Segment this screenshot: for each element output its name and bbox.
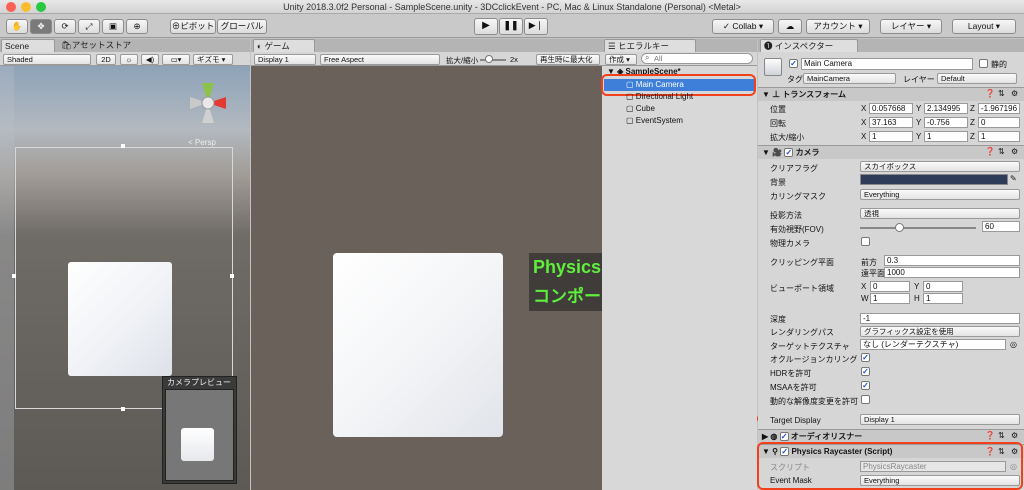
- position-z-field[interactable]: -1.967196: [978, 103, 1020, 114]
- active-checkbox[interactable]: ✓: [789, 59, 798, 68]
- hierarchy-icon: ☰: [608, 41, 618, 51]
- component-gear-icon[interactable]: ⚙: [1011, 147, 1018, 156]
- tab-hierarchy[interactable]: ☰ ヒエラルキー: [604, 39, 696, 52]
- gameobject-icon: ▢: [626, 116, 636, 125]
- physical-camera-label: 物理カメラ: [770, 239, 810, 248]
- target-texture-label: ターゲットテクスチャ: [770, 342, 850, 351]
- dynamic-resolution-label: 動的な解像度変更を許可: [770, 397, 858, 406]
- component-help-icon[interactable]: ❓: [985, 147, 995, 156]
- clear-flags-dropdown[interactable]: スカイボックス: [860, 161, 1020, 172]
- depth-label: 深度: [770, 315, 786, 324]
- rendering-path-dropdown[interactable]: グラフィックス設定を使用: [860, 326, 1020, 337]
- background-color-swatch[interactable]: [860, 174, 1008, 185]
- culling-mask-label: カリングマスク: [770, 192, 826, 201]
- rotation-z-field[interactable]: 0: [978, 117, 1020, 128]
- msaa-label: MSAAを許可: [770, 383, 817, 392]
- hierarchy-tab-label: ヒエラルキー: [617, 41, 669, 51]
- component-gear-icon[interactable]: ⚙: [1011, 89, 1018, 98]
- tag-label: タグ: [787, 75, 803, 84]
- info-icon: ❶: [764, 41, 775, 51]
- component-gear-icon[interactable]: ⚙: [1011, 431, 1018, 440]
- gameobject-icon: ▢: [626, 104, 636, 113]
- viewport-y-field[interactable]: 0: [923, 281, 963, 292]
- hierarchy-item-directional-light[interactable]: ▢ Directional Light: [626, 92, 693, 101]
- scale-row-label: 拡大/縮小: [770, 133, 805, 142]
- target-texture-field[interactable]: なし (レンダーテクスチャ): [860, 339, 1006, 350]
- component-preset-icon[interactable]: ⇅: [998, 89, 1005, 98]
- object-name-input[interactable]: Main Camera: [801, 58, 973, 70]
- depth-field[interactable]: -1: [860, 313, 1020, 324]
- viewport-x-field[interactable]: 0: [870, 281, 910, 292]
- target-display-dropdown[interactable]: Display 1: [860, 414, 1020, 425]
- layer-dropdown[interactable]: Default: [937, 73, 1017, 84]
- search-icon: ⌕: [645, 53, 650, 62]
- camera-enabled-checkbox[interactable]: ✓: [784, 148, 794, 158]
- create-dropdown[interactable]: 作成 ▾: [605, 54, 637, 65]
- audio-listener-checkbox[interactable]: ✓: [779, 432, 789, 442]
- background-label: 背景: [770, 178, 786, 187]
- hdr-checkbox[interactable]: ✓: [861, 367, 870, 376]
- hierarchy-search-input[interactable]: [641, 53, 753, 64]
- physical-camera-checkbox[interactable]: [861, 237, 870, 246]
- fov-label: 有効視野(FOV): [770, 225, 824, 234]
- occlusion-checkbox[interactable]: ✓: [861, 353, 870, 362]
- clear-flags-label: クリアフラグ: [770, 164, 818, 173]
- position-x-field[interactable]: 0.057668: [869, 103, 913, 114]
- inspector-tab-label: インスペクター: [774, 41, 834, 51]
- position-y-field[interactable]: 2.134995: [924, 103, 968, 114]
- fov-slider[interactable]: [860, 227, 976, 229]
- scale-x-field[interactable]: 1: [869, 131, 913, 142]
- eyedropper-icon[interactable]: ✎: [1010, 174, 1017, 183]
- rotation-label: 回転: [770, 119, 786, 128]
- occlusion-label: オクルージョンカリング: [770, 355, 858, 364]
- camera-title: ▼ 🎥 ✓ カメラ: [762, 148, 820, 158]
- rotation-y-field[interactable]: -0.756: [924, 117, 968, 128]
- camera-icon: ▼ 🎥: [762, 148, 785, 157]
- target-display-label: Target Display: [770, 416, 821, 425]
- msaa-checkbox[interactable]: ✓: [861, 381, 870, 390]
- static-checkbox[interactable]: [979, 59, 988, 68]
- far-field[interactable]: 1000: [884, 267, 1020, 278]
- rendering-path-label: レンダリングパス: [770, 328, 834, 337]
- component-help-icon[interactable]: ❓: [985, 431, 995, 440]
- highlight-physics-raycaster: [757, 442, 1023, 490]
- clipping-label: クリッピング平面: [770, 258, 834, 267]
- fov-input[interactable]: 60: [982, 221, 1020, 232]
- projection-label: 投影方法: [770, 211, 802, 220]
- viewport-label: ビューポート領域: [770, 284, 834, 293]
- position-label: 位置: [770, 105, 786, 114]
- transform-axis-icon: ▼ ⊥: [762, 90, 783, 99]
- near-field[interactable]: 0.3: [884, 255, 1020, 266]
- near-label: 前方: [861, 258, 877, 267]
- hierarchy-item-cube[interactable]: ▢ Cube: [626, 104, 655, 113]
- audio-listener-title: ▶ ◍ ✓ オーディオリスナー: [762, 432, 863, 442]
- hdr-label: HDRを許可: [770, 369, 812, 378]
- gameobject-icon: ▢: [626, 92, 636, 101]
- component-help-icon[interactable]: ❓: [985, 89, 995, 98]
- tab-inspector[interactable]: ❶ インスペクター: [760, 39, 858, 52]
- dynamic-resolution-checkbox[interactable]: [861, 395, 870, 404]
- projection-dropdown[interactable]: 透視: [860, 208, 1020, 219]
- scale-y-field[interactable]: 1: [924, 131, 968, 142]
- component-preset-icon[interactable]: ⇅: [998, 147, 1005, 156]
- hierarchy-list[interactable]: [602, 66, 757, 490]
- static-label: 静的: [991, 60, 1007, 69]
- audio-listener-icon: ▶ ◍: [762, 432, 780, 441]
- scale-z-field[interactable]: 1: [978, 131, 1020, 142]
- viewport-w-field[interactable]: 1: [870, 293, 910, 304]
- tag-dropdown[interactable]: MainCamera: [803, 73, 896, 84]
- object-picker-icon[interactable]: ◎: [1010, 340, 1017, 349]
- viewport-h-field[interactable]: 1: [923, 293, 963, 304]
- far-label: 遠平面: [861, 269, 885, 278]
- gameobject-cube-icon: [764, 58, 782, 76]
- layer-label-text: レイヤー: [903, 75, 935, 84]
- transform-title: ▼ ⊥ トランスフォーム: [762, 90, 846, 99]
- hierarchy-item-eventsystem[interactable]: ▢ EventSystem: [626, 116, 683, 125]
- culling-mask-dropdown[interactable]: Everything: [860, 189, 1020, 200]
- rotation-x-field[interactable]: 37.163: [869, 117, 913, 128]
- component-preset-icon[interactable]: ⇅: [998, 431, 1005, 440]
